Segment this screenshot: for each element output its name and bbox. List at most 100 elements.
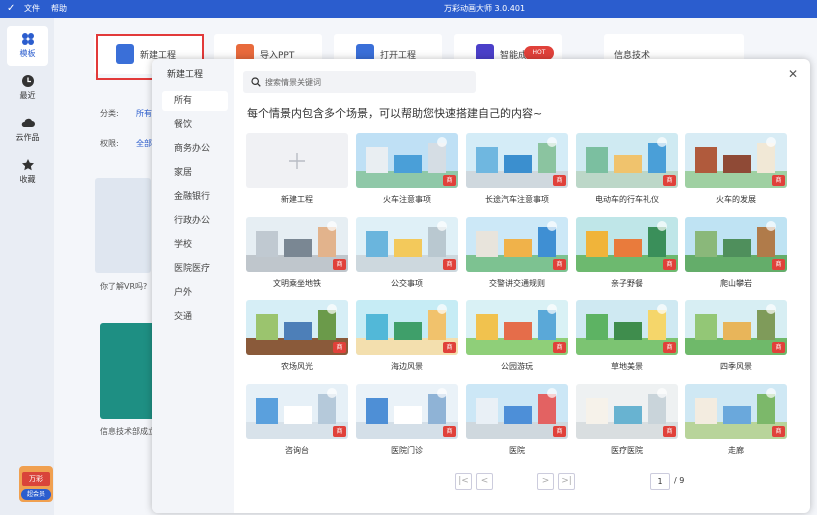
tile-label: 长途汽车注意事项 [485,195,549,204]
template-thumbnail[interactable]: 商 [685,300,787,355]
template-thumbnail[interactable] [100,323,156,419]
tile-label: 电动车的行车礼仪 [595,195,659,204]
template-thumbnail[interactable]: 商 [356,217,458,272]
title-bar: ✓ 文件 帮助 万彩动画大师 3.0.401 [0,0,817,18]
sidebar-item-cloud[interactable]: 云作品 [7,110,48,150]
sidebar-item-label: 模板 [19,49,36,58]
category-item[interactable]: 家居 [162,163,228,183]
tile-label: 草地美景 [611,362,643,371]
template-thumbnail[interactable]: 商 [576,384,678,439]
hot-badge: HOT [524,46,554,60]
category-item[interactable]: 学校 [162,235,228,255]
last-page-button[interactable]: >| [558,473,575,490]
template-tile[interactable]: 商亲子野餐 [576,217,678,288]
category-item[interactable]: 所有 [162,91,228,111]
template-tile[interactable]: 商爬山攀岩 [685,217,787,288]
category-item[interactable]: 交通 [162,307,228,327]
page-total: / 9 [674,476,685,485]
category-item[interactable]: 餐饮 [162,115,228,135]
template-tile[interactable]: 商文明乘坐地铁 [246,217,348,288]
commercial-badge: 商 [443,175,456,186]
template-thumbnail[interactable]: 商 [685,133,787,188]
new-blank-project-tile[interactable]: 新建工程 [246,133,348,204]
template-thumbnail[interactable]: 商 [356,133,458,188]
template-thumbnail[interactable]: 商 [576,133,678,188]
next-page-button[interactable]: > [537,473,554,490]
template-tile[interactable]: 商公园游玩 [466,300,568,371]
plus-icon [289,153,305,169]
template-tile[interactable]: 商走廊 [685,384,787,455]
template-thumbnail[interactable]: 商 [576,300,678,355]
tile-label: 公交事项 [391,279,423,288]
filter-category-value[interactable]: 所有 [136,108,152,119]
first-page-button[interactable]: |< [455,473,472,490]
template-tile[interactable]: 商海边风景 [356,300,458,371]
template-tile[interactable]: 商公交事项 [356,217,458,288]
template-tile[interactable]: 商交警讲交通规则 [466,217,568,288]
template-thumbnail[interactable]: 商 [356,300,458,355]
template-thumbnail[interactable]: 商 [466,300,568,355]
page-number-input[interactable]: 1 [650,473,670,490]
tile-label: 交警讲交通规则 [489,279,545,288]
category-item[interactable]: 行政办公 [162,211,228,231]
template-thumbnail[interactable]: 商 [466,384,568,439]
blank-project-card[interactable] [246,133,348,188]
intro-text: 每个情景内包含多个场景，可以帮助您快速搭建自己的内容~ [247,107,543,120]
template-tile[interactable]: 商咨询台 [246,384,348,455]
app-title: 万彩动画大师 3.0.401 [444,4,526,13]
template-tile[interactable]: 商长途汽车注意事项 [466,133,568,204]
commercial-badge: 商 [553,175,566,186]
template-tile[interactable]: 商火车注意事项 [356,133,458,204]
category-item[interactable]: 金融银行 [162,187,228,207]
close-icon[interactable]: ✕ [787,68,799,80]
sidebar-item-favorites[interactable]: 收藏 [7,152,48,192]
template-thumbnail[interactable]: 商 [685,217,787,272]
sidebar-item-templates[interactable]: 模板 [7,26,48,66]
template-tile[interactable]: 商农场风光 [246,300,348,371]
template-tile[interactable]: 商火车的发展 [685,133,787,204]
tile-label: 医疗医院 [611,446,643,455]
category-item[interactable]: 商务办公 [162,139,228,159]
vip-promo[interactable]: 万彩 超会员 [19,466,53,502]
clock-icon [21,75,34,87]
template-thumbnail[interactable] [95,178,151,273]
tile-label: 火车注意事项 [383,195,431,204]
search-icon [251,77,261,87]
commercial-badge: 商 [443,426,456,437]
template-title: 你了解VR吗? [100,282,148,291]
prev-page-button[interactable]: < [476,473,493,490]
commercial-badge: 商 [663,175,676,186]
filter-permission-label: 权限: [100,139,119,148]
category-item[interactable]: 户外 [162,283,228,303]
template-thumbnail[interactable]: 商 [685,384,787,439]
template-tile[interactable]: 商电动车的行车礼仪 [576,133,678,204]
search-input[interactable] [265,74,465,90]
template-tile[interactable]: 商四季风景 [685,300,787,371]
template-tile[interactable]: 商草地美景 [576,300,678,371]
commercial-badge: 商 [333,342,346,353]
template-thumbnail[interactable]: 商 [576,217,678,272]
tile-label: 爬山攀岩 [720,279,752,288]
menu-file[interactable]: 文件 [24,3,40,14]
commercial-badge: 商 [553,259,566,270]
category-sidebar: 新建工程 所有 餐饮 商务办公 家居 金融银行 行政办公 学校 医院医疗 户外 交通 [152,59,234,513]
sidebar: 模板 最近 云作品 收藏 万彩 超会员 [0,18,54,515]
menu-help[interactable]: 帮助 [51,3,67,14]
search-box[interactable] [243,71,476,93]
template-tile[interactable]: 商医院 [466,384,568,455]
template-thumbnail[interactable]: 商 [356,384,458,439]
template-tile[interactable]: 商医院门诊 [356,384,458,455]
tile-label: 农场风光 [281,362,313,371]
grid-icon [21,33,34,45]
filter-permission-value[interactable]: 全部 [136,138,152,149]
template-tile[interactable]: 商医疗医院 [576,384,678,455]
template-thumbnail[interactable]: 商 [466,217,568,272]
template-thumbnail[interactable]: 商 [246,384,348,439]
sidebar-item-recent[interactable]: 最近 [7,68,48,108]
commercial-badge: 商 [772,342,785,353]
sidebar-item-label: 收藏 [19,175,36,184]
category-item[interactable]: 医院医疗 [162,259,228,279]
template-thumbnail[interactable]: 商 [246,300,348,355]
template-thumbnail[interactable]: 商 [246,217,348,272]
template-thumbnail[interactable]: 商 [466,133,568,188]
